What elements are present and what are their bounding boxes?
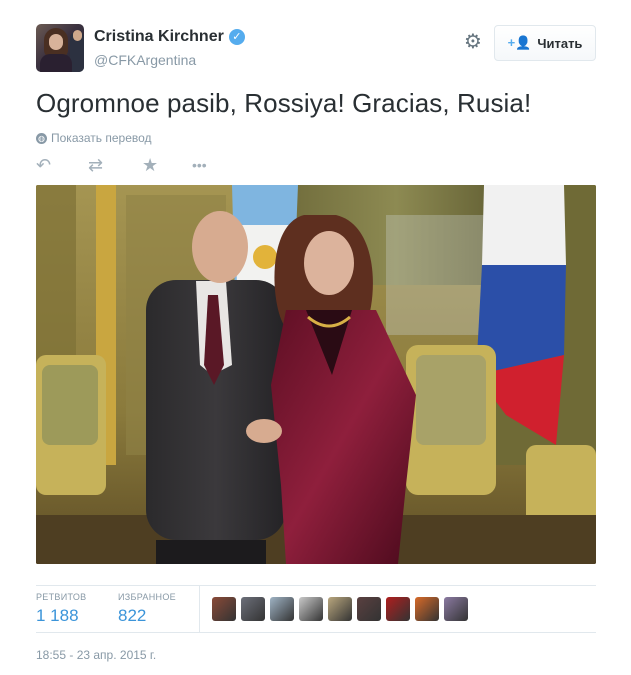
show-translation-link[interactable]: ◍ Показать перевод <box>36 131 152 145</box>
name-row[interactable]: Cristina Kirchner ✓ <box>94 28 245 46</box>
favoriter-avatar[interactable] <box>270 597 294 621</box>
retweets-count[interactable]: 1 188 <box>36 606 86 626</box>
retweet-icon[interactable]: ⇄ <box>88 154 103 176</box>
photo-illustration <box>36 185 596 564</box>
reply-icon[interactable]: ↶ <box>36 154 51 176</box>
tweet-photo[interactable] <box>36 185 596 564</box>
favorites-label: ИЗБРАННОЕ <box>118 592 176 602</box>
favoriter-avatar[interactable] <box>357 597 381 621</box>
profile-name[interactable]: Cristina Kirchner <box>94 28 224 46</box>
verified-badge-icon: ✓ <box>228 29 245 45</box>
russia-flag <box>482 185 566 265</box>
favorite-icon[interactable]: ★ <box>142 154 158 176</box>
more-icon[interactable]: ••• <box>192 154 207 176</box>
favoriter-avatars <box>212 597 468 621</box>
favorites-stat[interactable]: ИЗБРАННОЕ 822 <box>118 592 176 626</box>
tweet-timestamp[interactable]: 18:55 - 23 апр. 2015 г. <box>36 648 156 662</box>
tweet-header: Cristina Kirchner ✓ @CFKArgentina ⚙ +👤 Ч… <box>36 24 596 74</box>
favoriter-avatar[interactable] <box>444 597 468 621</box>
profile-handle[interactable]: @CFKArgentina <box>94 52 196 68</box>
favoriter-avatar[interactable] <box>212 597 236 621</box>
avatar-face <box>49 34 63 50</box>
favoriter-avatar[interactable] <box>299 597 323 621</box>
woman-face <box>304 231 354 295</box>
favorites-count[interactable]: 822 <box>118 606 176 626</box>
favoriter-avatar[interactable] <box>386 597 410 621</box>
favoriter-avatar[interactable] <box>328 597 352 621</box>
handshake <box>246 419 282 443</box>
gear-icon[interactable]: ⚙ <box>463 32 483 52</box>
stats-divider <box>199 586 200 633</box>
man-face <box>192 211 248 283</box>
globe-icon: ◍ <box>36 132 47 144</box>
avatar-face-man <box>73 30 82 41</box>
show-translation-label: Показать перевод <box>51 131 152 145</box>
follow-button-label: Читать <box>537 35 583 51</box>
retweets-label: РЕТВИТОВ <box>36 592 87 602</box>
profile-avatar[interactable] <box>36 24 84 72</box>
sun-of-may <box>253 245 277 269</box>
retweets-stat[interactable]: РЕТВИТОВ 1 188 <box>36 592 86 626</box>
favoriter-avatar[interactable] <box>415 597 439 621</box>
tweet-actions: ↶ ⇄ ★ ••• <box>36 154 276 176</box>
follow-button[interactable]: +👤 Читать <box>494 25 596 61</box>
favoriter-avatar[interactable] <box>241 597 265 621</box>
tweet-stats: РЕТВИТОВ 1 188 ИЗБРАННОЕ 822 <box>36 585 596 633</box>
avatar-body <box>40 54 72 72</box>
follow-user-icon: +👤 <box>507 35 532 50</box>
tweet-text: Ogromnoe pasib, Rossiya! Gracias, Rusia! <box>36 88 532 118</box>
